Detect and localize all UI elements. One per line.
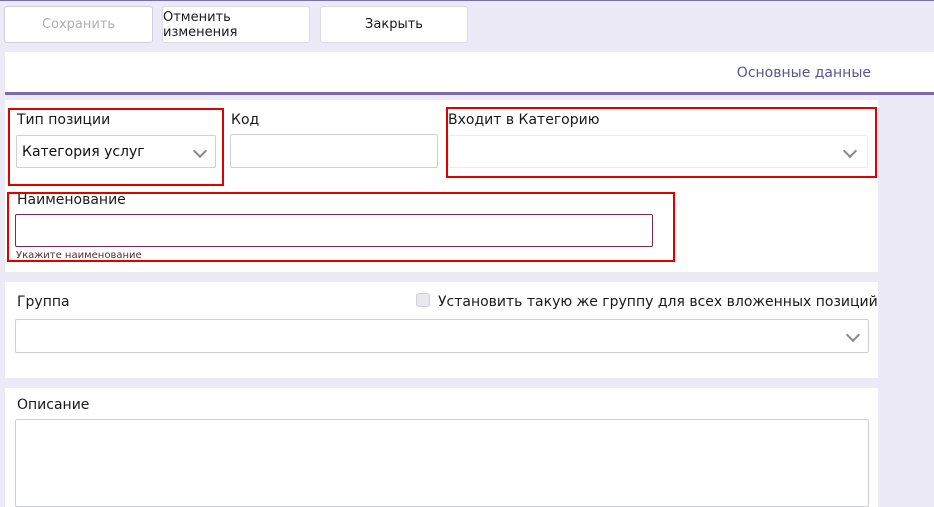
- name-label: Наименование: [17, 192, 126, 208]
- category-select[interactable]: [448, 135, 868, 168]
- tab-main-data[interactable]: Основные данные: [737, 65, 871, 81]
- tab-bar: Основные данные: [5, 52, 934, 94]
- category-label: Входит в Категорию: [448, 112, 600, 128]
- description-label: Описание: [17, 397, 90, 413]
- group-select[interactable]: [15, 319, 869, 353]
- code-input[interactable]: [230, 134, 438, 168]
- position-type-value: Категория услуг: [22, 144, 145, 160]
- cancel-changes-button[interactable]: Отменить изменения: [162, 6, 310, 43]
- chevron-down-icon: [845, 327, 861, 343]
- name-input[interactable]: [15, 214, 653, 247]
- name-hint: Укажите наименование: [16, 250, 142, 261]
- tab-underline: [5, 92, 934, 95]
- position-type-select[interactable]: Категория услуг: [16, 135, 216, 168]
- close-button[interactable]: Закрыть: [320, 6, 468, 43]
- description-textarea[interactable]: [15, 419, 869, 507]
- position-type-label: Тип позиции: [17, 112, 111, 128]
- code-label: Код: [231, 112, 260, 128]
- top-border: [0, 0, 934, 1]
- apply-group-all-label[interactable]: Установить такую же группу для всех влож…: [438, 294, 878, 310]
- chevron-down-icon: [192, 143, 208, 159]
- chevron-down-icon: [842, 143, 858, 159]
- save-button[interactable]: Сохранить: [4, 6, 153, 43]
- group-label: Группа: [17, 294, 70, 310]
- checkbox-icon[interactable]: [416, 293, 430, 307]
